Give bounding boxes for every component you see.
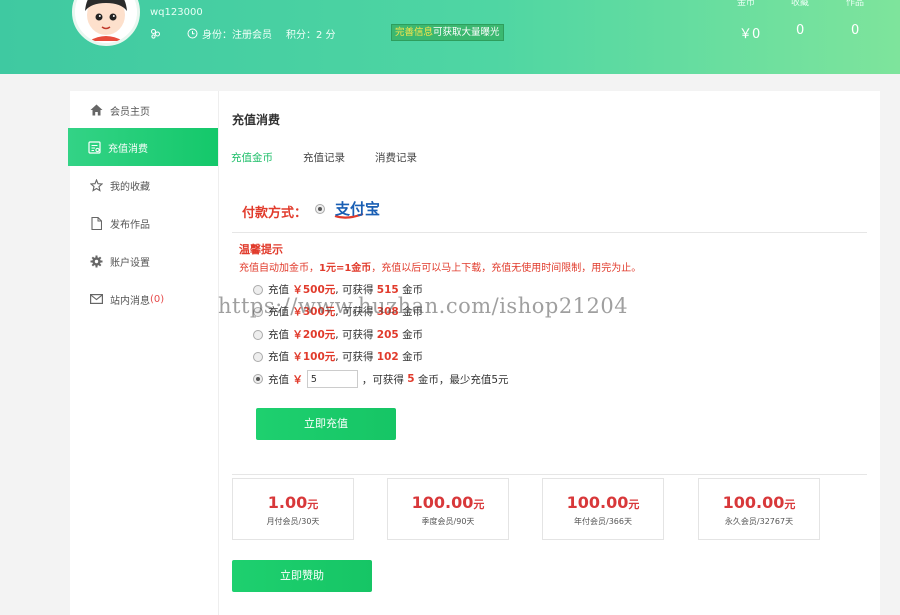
tab-recharge-coins[interactable]: 充值金币 [231,150,273,165]
stat-favorites-label: 收藏 [791,0,810,8]
plan-card-quarterly[interactable]: 100.00元 季度会员/90天 [387,478,509,540]
file-icon [89,216,103,230]
sidebar-item-publish[interactable]: 发布作品 [70,204,218,242]
plan-card-yearly[interactable]: 100.00元 年付会员/366天 [542,478,664,540]
clock-icon [187,28,198,39]
option-radio[interactable] [253,329,263,340]
plan-card-lifetime[interactable]: 100.00元 永久会员/32767天 [698,478,820,540]
tab-recharge-records[interactable]: 充值记录 [303,150,345,165]
users-icon[interactable] [150,28,161,39]
stat-favorites-value: 0 [796,23,805,38]
sidebar-item-label: 站内消息 [110,295,150,307]
tips-text: 充值自动加金币，1元=1金币，充值以后可以马上下载，充值无使用时间限制，用完为止… [239,263,642,274]
sidebar-item-label: 充值消费 [108,143,148,155]
recharge-option-100[interactable]: 充值 ￥100元, 可获得 102 金币 [253,349,423,364]
main-panel: 充值消费 充值金币 充值记录 消费记录 付款方式： 支付宝 温馨提示 充值自动加… [219,91,880,615]
stat-coins-value: ￥0 [739,27,761,42]
sidebar-item-favorites[interactable]: 我的收藏 [70,166,218,204]
sidebar-item-recharge[interactable]: 充值消费 [68,128,218,166]
stat-works-label: 作品 [846,0,865,8]
alipay-text: 支付宝 [334,200,380,218]
message-count: (0) [150,293,165,305]
sidebar-item-messages[interactable]: 站内消息 (0) [70,280,218,318]
recharge-option-500[interactable]: 充值 ￥500元, 可获得 515 金币 [253,282,423,297]
tab-consumption-records[interactable]: 消费记录 [375,150,417,165]
sponsor-button[interactable]: 立即赞助 [232,560,372,592]
sidebar: 会员主页 充值消费 我的收藏 发布作品 账户设置 站内消息 (0) [68,91,219,615]
recharge-icon [87,140,101,154]
recharge-button[interactable]: 立即充值 [256,408,396,440]
option-radio[interactable] [253,284,263,295]
sidebar-item-label: 会员主页 [110,106,150,118]
page-title: 充值消费 [232,113,281,127]
divider [232,232,867,233]
profile-header: wq123000 身份：注册会员 积分：2 分 完善信息可获取大量曝光 金币 ￥… [0,0,900,74]
gear-icon [89,254,103,268]
sidebar-item-label: 我的收藏 [110,181,150,193]
option-radio[interactable] [253,351,263,362]
tips-rate: 1元=1金币 [319,263,372,274]
points-label: 积分：2 分 [286,30,336,41]
custom-amount-input[interactable] [306,370,358,388]
stat-coins-label: 金币 [737,0,756,8]
alipay-logo[interactable]: 支付宝 [333,197,397,219]
avatar[interactable] [72,0,140,46]
promo-highlight: 完善信息 [395,27,434,38]
home-icon [89,103,103,117]
option-radio[interactable] [253,306,263,317]
star-icon [89,178,103,192]
sidebar-item-settings[interactable]: 账户设置 [70,242,218,280]
username: wq123000 [150,7,203,18]
promo-badge[interactable]: 完善信息可获取大量曝光 [391,24,504,41]
sidebar-item-label: 账户设置 [110,257,150,269]
recharge-option-200[interactable]: 充值 ￥200元, 可获得 205 金币 [253,327,423,342]
tips-title: 温馨提示 [239,243,283,256]
sidebar-item-home[interactable]: 会员主页 [70,91,218,129]
alipay-radio[interactable] [315,204,325,214]
sidebar-item-label: 发布作品 [110,219,150,231]
identity-label: 身份：注册会员 [202,30,272,41]
option-radio[interactable] [253,374,263,384]
promo-text: 可获取大量曝光 [433,27,500,38]
recharge-option-300[interactable]: 充值 ￥300元, 可获得 308 金币 [253,304,423,319]
plan-card-monthly[interactable]: 1.00元 月付会员/30天 [232,478,354,540]
recharge-option-custom[interactable]: 充值 ￥ ，可获得 5 金币，最少充值5元 [253,370,509,388]
stat-works-value: 0 [851,23,860,38]
payment-method-label: 付款方式： [242,206,308,221]
user-meta: 身份：注册会员 积分：2 分 [150,26,336,41]
divider [232,474,867,475]
mail-icon [89,292,103,306]
